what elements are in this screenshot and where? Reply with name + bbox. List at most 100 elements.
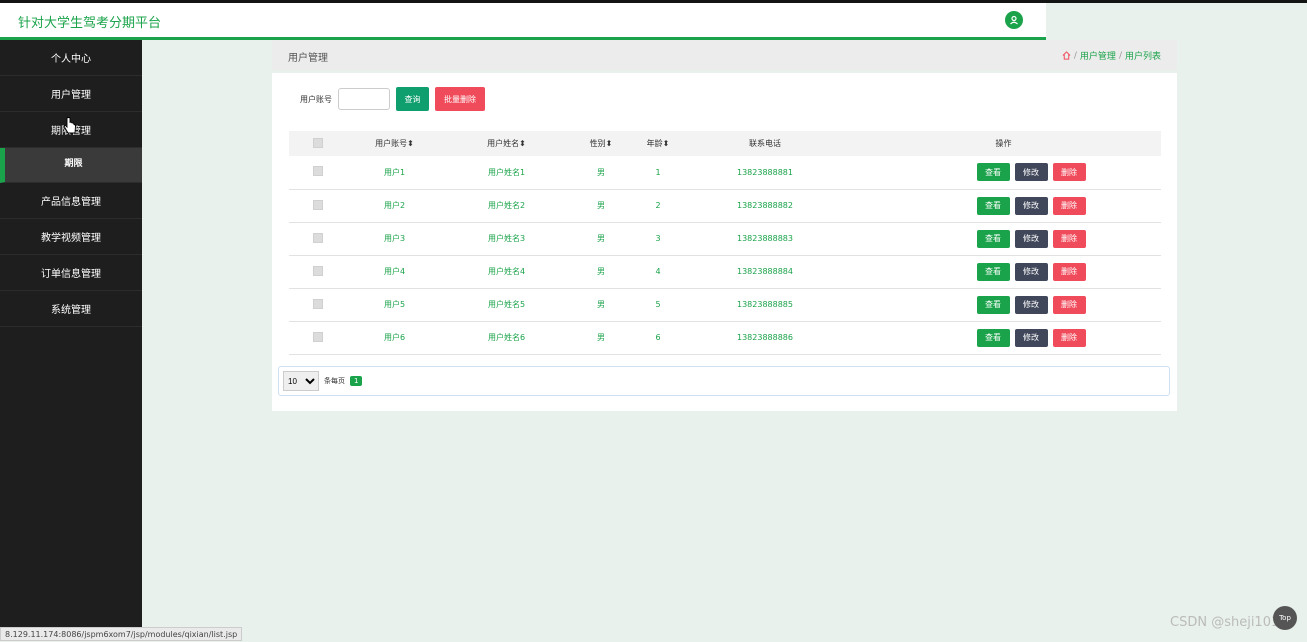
row-checkbox[interactable] <box>312 331 323 342</box>
edit-button[interactable]: 修改 <box>1014 229 1048 248</box>
cell-phone: 13823888886 <box>737 333 793 342</box>
col-gender-label: 性别 <box>589 139 606 148</box>
sidebar-subitem-term[interactable]: 期限 <box>0 148 142 183</box>
view-button[interactable]: 查看 <box>976 163 1010 182</box>
browser-status-url: 8.129.11.174:8086/jspm6xom7/jsp/modules/… <box>0 627 243 641</box>
cell-name: 用户姓名4 <box>487 267 526 276</box>
select-all-cell <box>289 131 346 156</box>
sidebar-item-user-management[interactable]: 用户管理 <box>0 76 142 112</box>
sidebar-item-teaching-video[interactable]: 教学视频管理 <box>0 219 142 255</box>
delete-button[interactable]: 删除 <box>1052 295 1086 314</box>
col-actions: 操作 <box>846 131 1161 156</box>
breadcrumb: / 用户管理 / 用户列表 <box>1062 49 1161 62</box>
col-actions-label: 操作 <box>995 139 1012 148</box>
cell-name: 用户姓名6 <box>487 333 526 342</box>
per-page-label: 条每页 <box>324 377 345 385</box>
cell-name: 用户姓名2 <box>487 201 526 210</box>
sort-icon: ⬍ <box>519 139 526 148</box>
cell-age: 5 <box>655 300 661 309</box>
cell-phone: 13823888885 <box>737 300 793 309</box>
edit-button[interactable]: 修改 <box>1014 295 1048 314</box>
cell-name: 用户姓名3 <box>487 234 526 243</box>
col-account-label: 用户账号 <box>375 139 408 148</box>
cell-phone: 13823888883 <box>737 234 793 243</box>
home-icon[interactable] <box>1062 51 1071 60</box>
col-phone: 联系电话 <box>684 131 846 156</box>
col-name[interactable]: 用户姓名⬍ <box>443 131 570 156</box>
delete-button[interactable]: 删除 <box>1052 328 1086 347</box>
sidebar-item-personal-center[interactable]: 个人中心 <box>0 40 142 76</box>
col-age[interactable]: 年龄⬍ <box>632 131 684 156</box>
col-gender[interactable]: 性别⬍ <box>570 131 632 156</box>
row-checkbox-cell <box>289 288 346 321</box>
row-checkbox[interactable] <box>312 199 323 210</box>
header: 针对大学生驾考分期平台 <box>0 3 1046 40</box>
page-size-select[interactable]: 10 <box>283 371 319 391</box>
user-icon[interactable] <box>1005 11 1023 29</box>
view-button[interactable]: 查看 <box>976 262 1010 281</box>
cell-account: 用户5 <box>383 300 406 309</box>
watermark: CSDN @sheji1011 <box>1170 615 1288 630</box>
delete-button[interactable]: 删除 <box>1052 229 1086 248</box>
cell-account: 用户1 <box>383 167 406 177</box>
cell-gender: 男 <box>597 300 605 309</box>
edit-button[interactable]: 修改 <box>1014 262 1048 281</box>
row-checkbox[interactable] <box>312 232 323 243</box>
sidebar-item-product-info[interactable]: 产品信息管理 <box>0 183 142 219</box>
table-row: 用户1 用户姓名1 男 1 13823888881 查看 修改 删除 <box>289 156 1161 189</box>
breadcrumb-bar: 用户管理 / 用户管理 / 用户列表 <box>272 40 1177 70</box>
cell-age: 2 <box>655 201 661 210</box>
table-row: 用户2 用户姓名2 男 2 13823888882 查看 修改 删除 <box>289 189 1161 222</box>
col-name-label: 用户姓名 <box>487 139 520 148</box>
delete-button[interactable]: 删除 <box>1052 196 1086 215</box>
cell-gender: 男 <box>597 167 605 177</box>
col-account[interactable]: 用户账号⬍ <box>346 131 443 156</box>
sidebar-item-order-info[interactable]: 订单信息管理 <box>0 255 142 291</box>
breadcrumb-user-list[interactable]: 用户列表 <box>1125 49 1161 62</box>
breadcrumb-sep: / <box>1073 50 1077 61</box>
sort-icon: ⬍ <box>662 139 670 148</box>
view-button[interactable]: 查看 <box>976 229 1010 248</box>
edit-button[interactable]: 修改 <box>1014 196 1048 215</box>
breadcrumb-user-management[interactable]: 用户管理 <box>1080 49 1116 62</box>
cell-account: 用户4 <box>383 267 406 276</box>
cell-age: 4 <box>655 267 661 276</box>
cell-phone: 13823888884 <box>737 267 793 276</box>
cell-name: 用户姓名1 <box>487 167 526 177</box>
view-button[interactable]: 查看 <box>976 328 1010 347</box>
row-checkbox[interactable] <box>312 298 323 309</box>
table-row: 用户6 用户姓名6 男 6 13823888886 查看 修改 删除 <box>289 321 1161 354</box>
view-button[interactable]: 查看 <box>976 295 1010 314</box>
row-checkbox[interactable] <box>312 265 323 276</box>
cell-age: 6 <box>655 333 661 342</box>
page-number-button[interactable]: 1 <box>350 376 363 386</box>
row-checkbox[interactable] <box>312 166 323 177</box>
sidebar-item-system[interactable]: 系统管理 <box>0 291 142 327</box>
account-search-input[interactable] <box>338 88 390 110</box>
sort-icon: ⬍ <box>605 139 613 148</box>
cell-gender: 男 <box>597 234 605 243</box>
delete-button[interactable]: 删除 <box>1052 262 1086 281</box>
row-checkbox-cell <box>289 222 346 255</box>
back-to-top-button[interactable]: Top <box>1273 606 1297 630</box>
query-button[interactable]: 查询 <box>396 87 429 111</box>
batch-delete-button[interactable]: 批量删除 <box>435 87 485 111</box>
cell-actions: 查看 修改 删除 <box>846 189 1161 222</box>
cell-account: 用户2 <box>383 201 406 210</box>
row-checkbox-cell <box>289 321 346 354</box>
view-button[interactable]: 查看 <box>976 196 1010 215</box>
breadcrumb-sep: / <box>1118 50 1122 61</box>
cell-name: 用户姓名5 <box>487 300 526 309</box>
search-label: 用户账号 <box>300 94 332 104</box>
cell-actions: 查看 修改 删除 <box>846 288 1161 321</box>
delete-button[interactable]: 删除 <box>1052 163 1086 182</box>
content-panel: 用户账号 查询 批量删除 用户账号⬍ 用户姓名⬍ 性别⬍ 年龄⬍ 联系电话 操作… <box>272 73 1177 411</box>
edit-button[interactable]: 修改 <box>1014 328 1048 347</box>
page-title: 用户管理 <box>288 53 328 64</box>
col-age-label: 年龄 <box>646 139 663 148</box>
edit-button[interactable]: 修改 <box>1014 163 1048 182</box>
sort-icon: ⬍ <box>407 139 414 148</box>
select-all-checkbox[interactable] <box>312 137 323 148</box>
row-checkbox-cell <box>289 156 346 189</box>
cell-gender: 男 <box>597 201 605 210</box>
